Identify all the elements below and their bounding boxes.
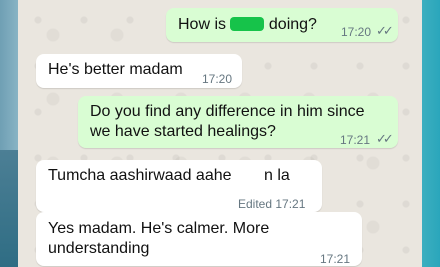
read-receipt-icon: ✓✓ — [376, 131, 394, 146]
message-time: 17:20 — [341, 25, 372, 39]
message-outgoing-1[interactable]: How is doing? 17:20 ✓✓ — [166, 8, 398, 42]
message-incoming-2[interactable]: Tumcha aashirwaad aahe n la Edited 17:21 — [36, 160, 322, 212]
redacted-name — [235, 170, 264, 179]
redacted-name — [230, 17, 265, 31]
chat-screen: How is doing? 17:20 ✓✓ He's better madam… — [0, 0, 440, 267]
message-text-line2: we have started healings? — [90, 123, 276, 140]
message-text: Tumcha aashirwaad aahe n la — [48, 166, 290, 186]
message-text-part: doing? — [264, 16, 317, 33]
message-incoming-3[interactable]: Yes madam. He's calmer. More understandi… — [36, 212, 362, 266]
message-edited-time: Edited 17:21 — [238, 197, 306, 211]
message-outgoing-2[interactable]: Do you find any difference in him since … — [78, 96, 398, 148]
message-text-line1: Yes madam. He's calmer. More — [48, 220, 270, 237]
message-time: 17:20 — [202, 72, 233, 86]
message-text-line1: Do you find any difference in him since — [90, 103, 365, 120]
message-text-part: How is — [178, 16, 231, 33]
message-text: He's better madam — [48, 61, 183, 78]
message-text-part: Tumcha aashirwaad aahe — [48, 167, 236, 184]
message-text-line2: understanding — [48, 240, 150, 257]
message-time: 17:21 — [320, 252, 351, 266]
message-time: 17:21 — [340, 133, 371, 147]
read-receipt-icon: ✓✓ — [376, 23, 394, 38]
message-incoming-1[interactable]: He's better madam 17:20 — [36, 54, 242, 88]
message-text: How is doing? — [178, 15, 317, 35]
message-text-part: n la — [263, 167, 290, 184]
